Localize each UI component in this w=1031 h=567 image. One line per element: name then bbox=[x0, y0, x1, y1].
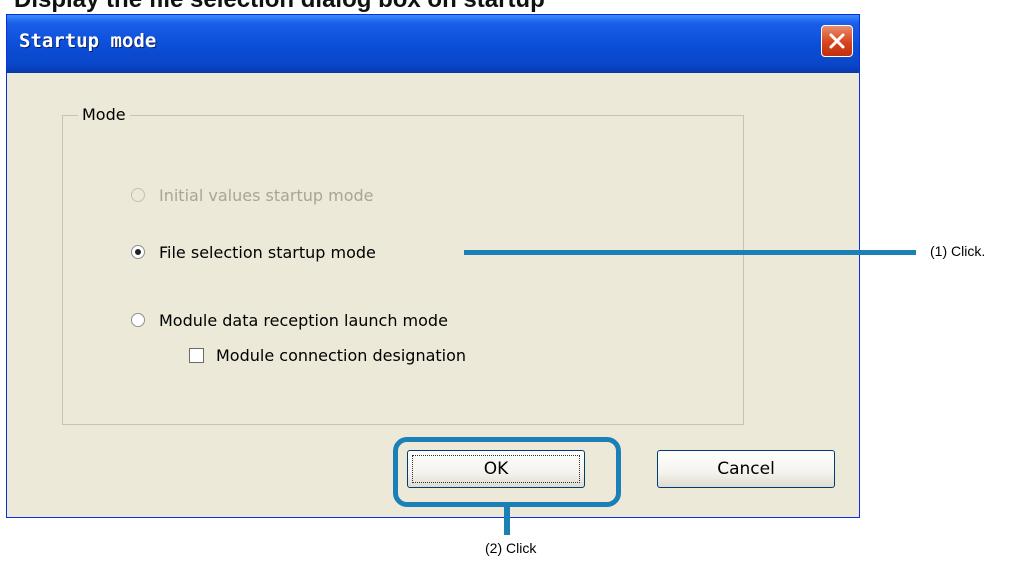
callout-line-2 bbox=[504, 505, 510, 535]
dialog-title: Startup mode bbox=[19, 30, 157, 52]
radio-unselected-icon bbox=[131, 188, 145, 202]
radio-file-selection-label: File selection startup mode bbox=[159, 242, 376, 262]
radio-module-data-reception[interactable]: Module data reception launch mode bbox=[131, 308, 448, 332]
header-text: Display the file selection dialog box on… bbox=[14, 0, 545, 14]
checkbox-icon bbox=[189, 347, 204, 363]
radio-initial-values-label: Initial values startup mode bbox=[159, 185, 374, 205]
radio-unselected-icon bbox=[131, 313, 145, 327]
callout-label-1: (1) Click. bbox=[930, 243, 986, 259]
radio-module-data-reception-label: Module data reception launch mode bbox=[159, 310, 448, 330]
radio-selected-icon bbox=[131, 245, 145, 259]
mode-group-label: Mode bbox=[78, 105, 130, 124]
callout-line-1 bbox=[464, 250, 916, 255]
callout-label-2: (2) Click bbox=[485, 540, 537, 556]
callout-box-ok bbox=[393, 437, 621, 507]
close-button[interactable] bbox=[821, 25, 853, 57]
cancel-button-label: Cancel bbox=[717, 459, 775, 479]
checkbox-module-connection[interactable]: Module connection designation bbox=[189, 343, 466, 367]
cancel-button[interactable]: Cancel bbox=[657, 450, 835, 488]
title-bar[interactable]: Startup mode bbox=[7, 15, 859, 73]
checkbox-module-connection-label: Module connection designation bbox=[216, 345, 467, 365]
mode-group bbox=[62, 115, 744, 425]
radio-file-selection[interactable]: File selection startup mode bbox=[131, 240, 376, 264]
close-icon bbox=[829, 33, 845, 49]
radio-initial-values: Initial values startup mode bbox=[131, 183, 374, 207]
